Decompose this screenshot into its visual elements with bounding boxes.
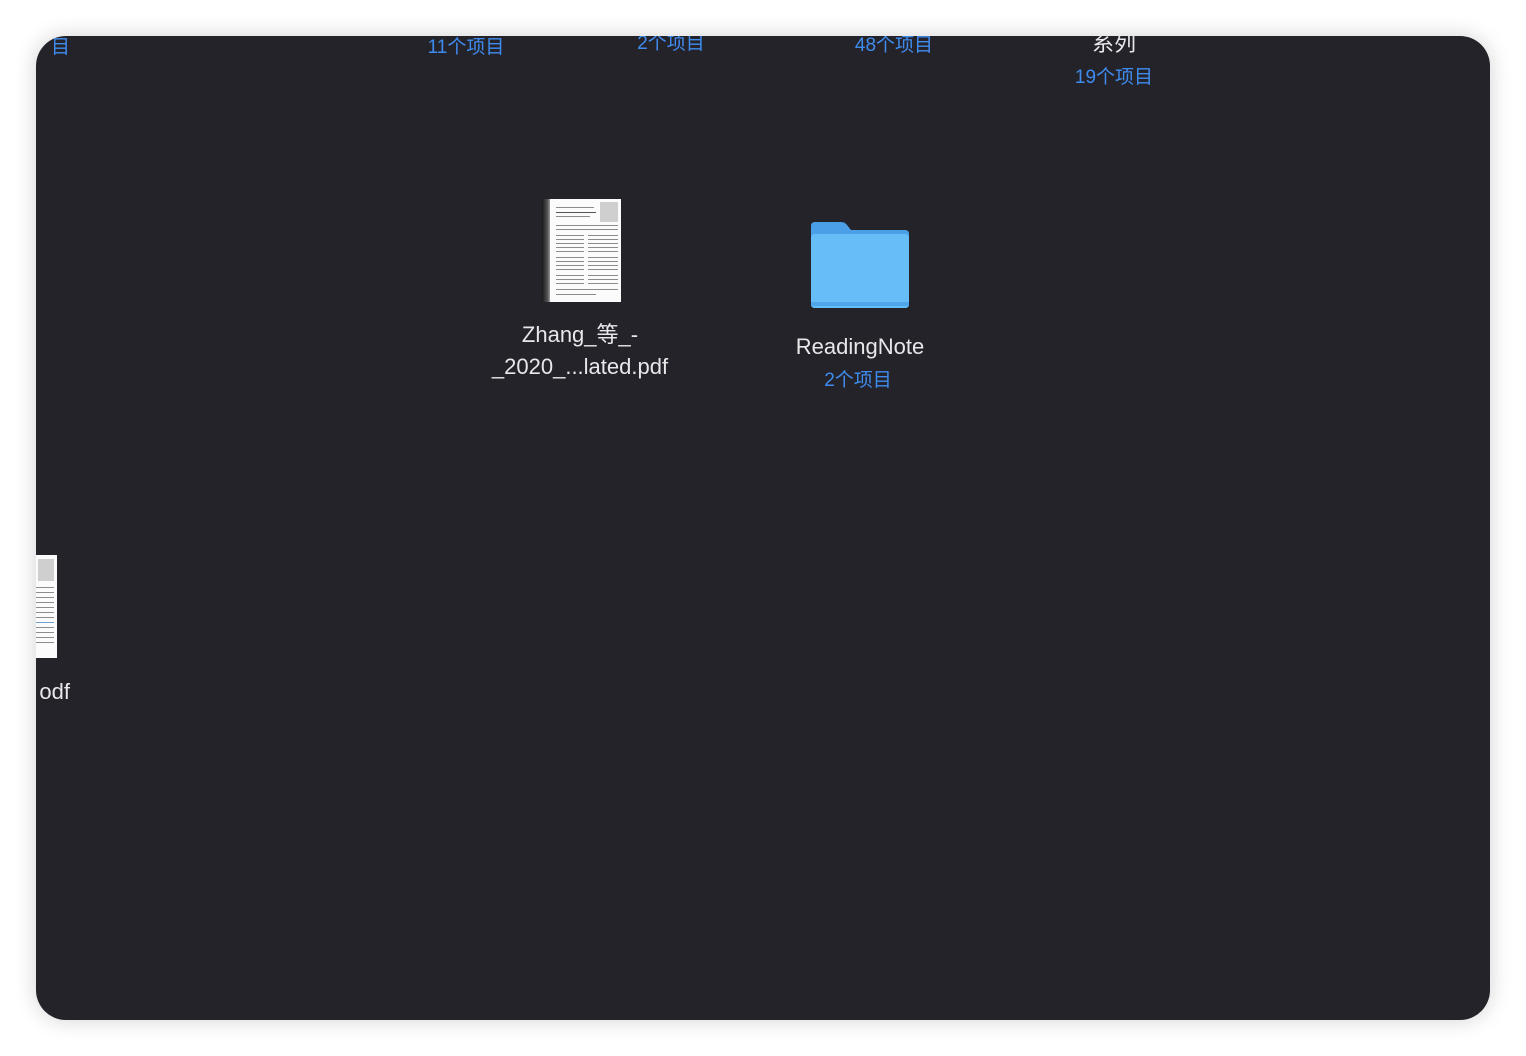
reading-note-count: 2个项目 <box>824 370 892 391</box>
item-count-3: 2个项目 <box>637 36 705 54</box>
pdf-file-name-line2: _2020_...lated.pdf <box>491 354 669 379</box>
pdf-document-icon <box>542 199 621 302</box>
reading-note-folder[interactable]: ReadingNote 2个项目 <box>760 216 960 396</box>
folder-icon <box>811 222 909 308</box>
finder-window: 目 11个项目 2个项目 48个项目 系列 19个项目 Zhang_等_- _2… <box>36 36 1490 1020</box>
item-count-1: 目 <box>50 37 70 58</box>
partial-pdf-name: odf <box>39 679 70 704</box>
pdf-file-item[interactable]: Zhang_等_- _2020_...lated.pdf <box>470 196 690 396</box>
item-count-5: 19个项目 <box>1074 67 1154 88</box>
item-count-4: 48个项目 <box>854 36 934 56</box>
reading-note-name: ReadingNote <box>795 334 925 359</box>
pdf-file-name-line1: Zhang_等_- <box>521 322 639 347</box>
item-count-2: 11个项目 <box>427 37 505 58</box>
partial-pdf-icon[interactable] <box>36 555 57 658</box>
item-name-5[interactable]: 系列 <box>1044 36 1184 60</box>
